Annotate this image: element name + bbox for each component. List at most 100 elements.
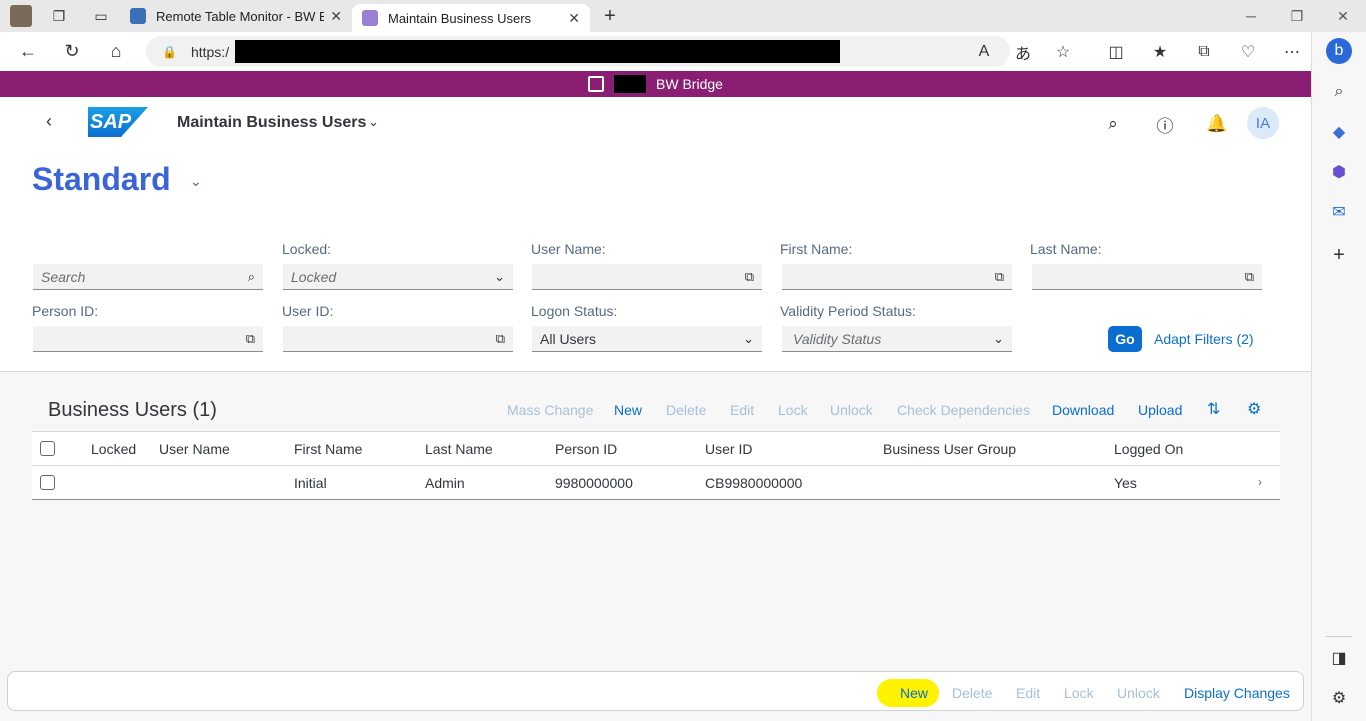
business-users-table: Locked User Name First Name Last Name Pe… xyxy=(32,431,1280,500)
navigation-chevron-right-icon[interactable]: › xyxy=(1258,475,1262,489)
tab-title: Maintain Business Users xyxy=(388,10,532,26)
search-icon[interactable]: ⌕ xyxy=(1100,111,1126,137)
column-header-user-id[interactable]: User ID xyxy=(705,441,752,457)
app-title[interactable]: Maintain Business Users xyxy=(177,114,366,132)
column-header-last-name[interactable]: Last Name xyxy=(425,441,493,457)
system-banner: BW Bridge xyxy=(0,71,1311,97)
workspaces-icon[interactable]: ❐ xyxy=(46,3,72,29)
column-header-logged-on[interactable]: Logged On xyxy=(1114,441,1183,457)
minimize-icon[interactable]: ─ xyxy=(1228,0,1274,32)
hide-sidebar-icon[interactable]: ◨ xyxy=(1326,645,1352,671)
value-help-icon[interactable]: ⧉ xyxy=(1245,269,1254,285)
restore-icon[interactable]: ❐ xyxy=(1274,0,1320,32)
footer-edit-button[interactable]: Edit xyxy=(1016,685,1040,701)
value-help-icon[interactable]: ⧉ xyxy=(496,331,505,347)
last-name-field[interactable]: ⧉ xyxy=(1032,264,1262,290)
locked-label: Locked: xyxy=(282,241,332,257)
footer-delete-button[interactable]: Delete xyxy=(952,685,992,701)
notifications-bell-icon[interactable]: 🔔 xyxy=(1204,111,1230,137)
user-id-field[interactable]: ⧉ xyxy=(283,326,513,352)
value-help-icon[interactable]: ⧉ xyxy=(995,269,1004,285)
search-icon[interactable]: ⌕ xyxy=(1326,79,1352,105)
back-chevron-icon[interactable]: ‹ xyxy=(46,111,52,132)
more-menu-icon[interactable]: ⋯ xyxy=(1270,32,1314,71)
column-header-person-id[interactable]: Person ID xyxy=(555,441,617,457)
sort-icon[interactable]: ⇅ xyxy=(1207,399,1220,419)
close-icon[interactable]: ✕ xyxy=(330,8,342,25)
favorite-star-icon[interactable]: ☆ xyxy=(1041,32,1085,71)
mass-change-button[interactable]: Mass Change xyxy=(507,402,593,418)
add-sidebar-app-icon[interactable]: + xyxy=(1326,242,1352,268)
value-help-icon[interactable]: ⧉ xyxy=(745,269,754,285)
help-icon[interactable]: ⓘ xyxy=(1152,111,1178,137)
settings-gear-icon[interactable]: ⚙ xyxy=(1326,685,1352,711)
tab-remote-table-monitor[interactable]: Remote Table Monitor - BW Brid ✕ xyxy=(120,0,352,32)
tab-actions-icon[interactable]: ▭ xyxy=(88,3,114,29)
footer-new-button[interactable]: New xyxy=(900,685,928,701)
back-arrow-icon[interactable]: ← xyxy=(6,32,50,71)
read-aloud-icon[interactable]: A xyxy=(962,32,1006,71)
user-avatar[interactable]: IA xyxy=(1247,107,1279,139)
performance-icon[interactable]: ♡ xyxy=(1226,32,1270,71)
tab-favicon-icon xyxy=(362,10,378,26)
split-screen-icon[interactable]: ◫ xyxy=(1094,32,1138,71)
adapt-filters-button[interactable]: Adapt Filters (2) xyxy=(1154,331,1254,347)
translate-icon[interactable]: あ xyxy=(1001,32,1045,71)
select-all-checkbox[interactable] xyxy=(40,441,55,456)
display-changes-button[interactable]: Display Changes xyxy=(1184,685,1290,701)
system-icon xyxy=(588,76,605,92)
unlock-button[interactable]: Unlock xyxy=(830,402,873,418)
cell-last-name: Admin xyxy=(425,475,465,491)
column-header-business-user-group[interactable]: Business User Group xyxy=(883,441,1016,457)
bing-copilot-icon[interactable]: b xyxy=(1326,38,1352,64)
lock-button[interactable]: Lock xyxy=(778,402,808,418)
validity-status-select[interactable]: Validity Status ⌄ xyxy=(782,326,1012,352)
chevron-down-icon[interactable]: ⌄ xyxy=(494,269,505,285)
browser-tab-bar: ❐ ▭ Remote Table Monitor - BW Brid ✕ Mai… xyxy=(0,0,1366,32)
go-button[interactable]: Go xyxy=(1108,326,1142,352)
cell-user-id: CB9980000000 xyxy=(705,475,803,491)
delete-button[interactable]: Delete xyxy=(666,402,706,418)
refresh-icon[interactable]: ↻ xyxy=(50,32,94,71)
outlook-icon[interactable]: ✉ xyxy=(1326,199,1352,225)
search-icon[interactable]: ⌕ xyxy=(248,269,255,285)
search-input[interactable]: Search ⌕ xyxy=(33,264,263,290)
tab-maintain-business-users[interactable]: Maintain Business Users ✕ xyxy=(352,4,590,32)
new-button[interactable]: New xyxy=(614,402,642,418)
person-id-field[interactable]: ⧉ xyxy=(33,326,263,352)
value-help-icon[interactable]: ⧉ xyxy=(246,331,255,347)
table-header-row: Locked User Name First Name Last Name Pe… xyxy=(32,432,1280,466)
upload-button[interactable]: Upload xyxy=(1138,402,1182,418)
table-row[interactable]: Initial Admin 9980000000 CB9980000000 Ye… xyxy=(32,466,1280,500)
collections-icon[interactable]: ⧉ xyxy=(1182,32,1226,71)
table-settings-gear-icon[interactable]: ⚙ xyxy=(1247,399,1261,419)
column-header-user-name[interactable]: User Name xyxy=(159,441,230,457)
window-close-icon[interactable]: ✕ xyxy=(1320,0,1366,32)
search-placeholder: Search xyxy=(41,268,86,285)
new-tab-button[interactable]: + xyxy=(596,5,624,28)
variant-chevron-down-icon[interactable]: ⌄ xyxy=(190,173,202,190)
first-name-field[interactable]: ⧉ xyxy=(782,264,1012,290)
chevron-down-icon[interactable]: ⌄ xyxy=(993,331,1004,347)
chevron-down-icon[interactable]: ⌄ xyxy=(368,114,379,130)
variant-title[interactable]: Standard xyxy=(32,161,171,198)
profile-avatar[interactable] xyxy=(10,5,32,27)
locked-select[interactable]: Locked ⌄ xyxy=(283,264,513,290)
office-icon[interactable]: ⬢ xyxy=(1326,159,1352,185)
download-button[interactable]: Download xyxy=(1052,402,1114,418)
sap-logo[interactable]: SAP xyxy=(88,107,148,137)
close-icon[interactable]: ✕ xyxy=(568,10,580,27)
chevron-down-icon[interactable]: ⌄ xyxy=(743,331,754,347)
favorites-icon[interactable]: ★ xyxy=(1138,32,1182,71)
check-dependencies-button[interactable]: Check Dependencies xyxy=(897,402,1030,418)
column-header-first-name[interactable]: First Name xyxy=(294,441,362,457)
footer-lock-button[interactable]: Lock xyxy=(1064,685,1094,701)
home-icon[interactable]: ⌂ xyxy=(94,32,138,71)
logon-status-select[interactable]: All Users ⌄ xyxy=(532,326,762,352)
row-checkbox[interactable] xyxy=(40,475,55,490)
edit-button[interactable]: Edit xyxy=(730,402,754,418)
shopping-tag-icon[interactable]: ◆ xyxy=(1326,119,1352,145)
user-name-field[interactable]: ⧉ xyxy=(532,264,762,290)
column-header-locked[interactable]: Locked xyxy=(91,441,136,457)
footer-unlock-button[interactable]: Unlock xyxy=(1117,685,1160,701)
